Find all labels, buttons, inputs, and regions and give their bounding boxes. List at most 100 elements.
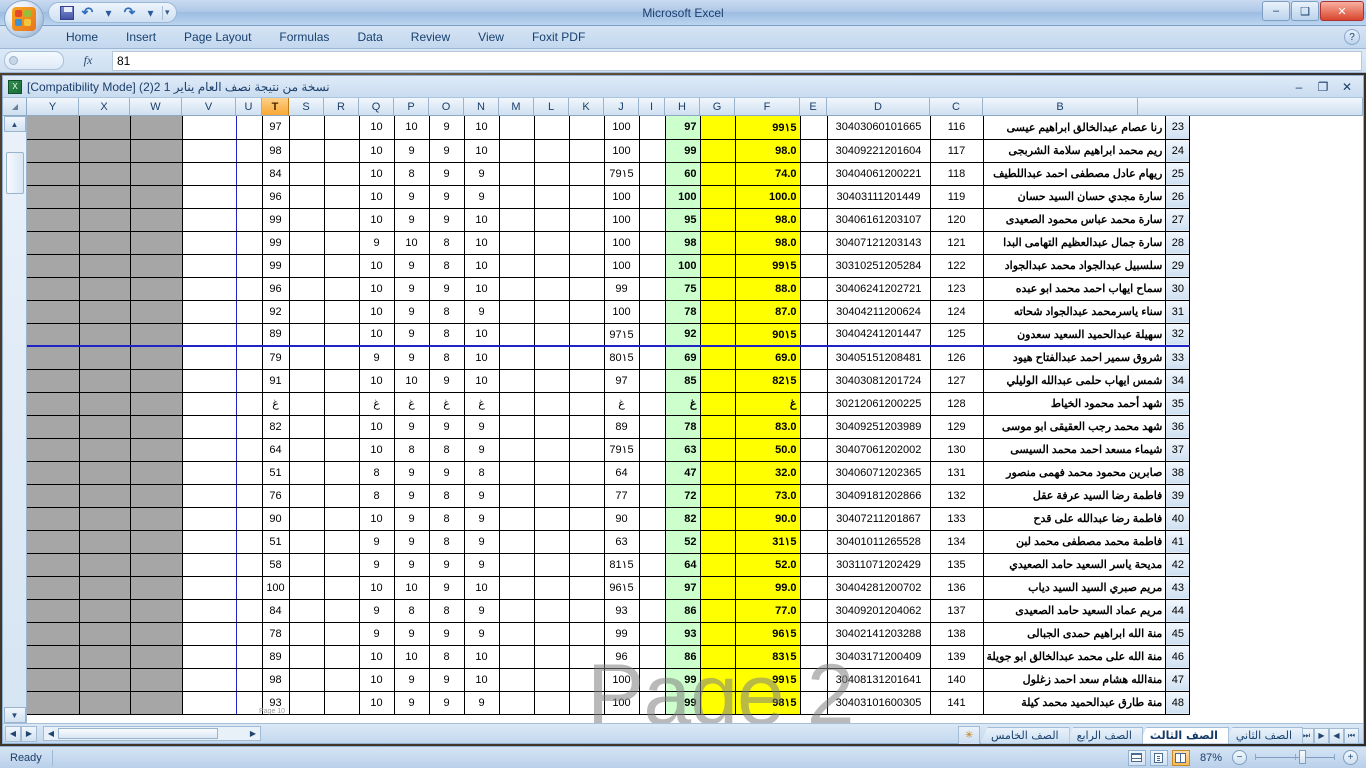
cell-w-43[interactable] [130, 576, 183, 600]
previous-sheet-button[interactable]: ◀ [1329, 727, 1344, 744]
cell-b-46[interactable]: منة الله على محمد عبدالخالق ابو جويلة [983, 645, 1167, 669]
cell-q-46[interactable]: 10 [359, 645, 395, 669]
cell-e-27[interactable] [800, 208, 828, 232]
cell-s-34[interactable] [289, 369, 325, 393]
cell-b-32[interactable]: سهيلة عبدالحميد السعيد سعدون [983, 323, 1167, 347]
cell-r-24[interactable] [324, 139, 360, 163]
cell-t-26[interactable]: 96 [262, 185, 290, 209]
cell-o-38[interactable]: 9 [429, 461, 465, 485]
cell-v-25[interactable] [182, 162, 237, 186]
cell-q-43[interactable]: 10 [359, 576, 395, 600]
cell-g-25[interactable] [700, 162, 736, 186]
cell-s-23[interactable] [289, 116, 325, 140]
cell-b-39[interactable]: فاطمة رضا السيد عرفة عقل [983, 484, 1167, 508]
cell-l-36[interactable] [534, 415, 570, 439]
cell-s-40[interactable] [289, 507, 325, 531]
cell-d-48[interactable]: 30403101600305 [827, 691, 931, 715]
cell-g-27[interactable] [700, 208, 736, 232]
cell-d-42[interactable]: 30311071202429 [827, 553, 931, 577]
row-header-28[interactable]: 28 [1165, 231, 1191, 255]
cell-t-30[interactable]: 96 [262, 277, 290, 301]
cell-i-38[interactable] [639, 461, 666, 485]
table-row[interactable]: 97 10 10 9 10 100 97 99١5 30403060101665 116 رنا ع… [27, 116, 1191, 140]
cell-b-25[interactable]: ريهام عادل مصطفى احمد عبداللطيف [983, 162, 1167, 186]
cell-v-42[interactable] [182, 553, 237, 577]
row-header-39[interactable]: 39 [1165, 484, 1191, 508]
cell-i-43[interactable] [639, 576, 666, 600]
cell-n-35[interactable]: غ [464, 392, 500, 416]
cell-i-23[interactable] [639, 116, 666, 140]
cell-n-31[interactable]: 9 [464, 300, 500, 324]
cell-p-37[interactable]: 8 [394, 438, 430, 462]
cell-c-31[interactable]: 124 [930, 300, 984, 324]
cell-q-42[interactable]: 9 [359, 553, 395, 577]
cell-y-29[interactable] [27, 254, 80, 278]
tab-formulas[interactable]: Formulas [265, 27, 343, 48]
cell-v-26[interactable] [182, 185, 237, 209]
column-header-l[interactable]: L [534, 98, 569, 116]
cell-f-37[interactable]: 50.0 [735, 438, 801, 462]
cell-h-28[interactable]: 98 [665, 231, 701, 255]
row-header-42[interactable]: 42 [1165, 553, 1191, 577]
cell-l-33[interactable] [534, 345, 570, 370]
cell-w-30[interactable] [130, 277, 183, 301]
cell-g-33[interactable] [700, 345, 736, 370]
cell-i-39[interactable] [639, 484, 666, 508]
zoom-in-button[interactable]: + [1343, 750, 1358, 765]
cell-o-24[interactable]: 9 [429, 139, 465, 163]
cell-y-26[interactable] [27, 185, 80, 209]
table-row[interactable]: 100 10 10 9 10 96١5 97 99.0 30404281200702 136 مري… [27, 576, 1191, 600]
cell-y-44[interactable] [27, 599, 80, 623]
cell-o-32[interactable]: 8 [429, 323, 465, 347]
cell-t-39[interactable]: 76 [262, 484, 290, 508]
cell-k-26[interactable] [569, 185, 605, 209]
tab-view[interactable]: View [464, 27, 518, 48]
cell-s-30[interactable] [289, 277, 325, 301]
workbook-minimize-button[interactable]: – [1291, 80, 1307, 94]
cell-d-45[interactable]: 30402141203288 [827, 622, 931, 646]
cell-m-32[interactable] [499, 323, 535, 347]
table-row[interactable]: 89 10 9 8 10 97١5 92 90١5 30404241201447 125 سهيلة… [27, 323, 1191, 347]
cell-x-44[interactable] [79, 599, 131, 623]
cell-s-29[interactable] [289, 254, 325, 278]
cell-o-28[interactable]: 8 [429, 231, 465, 255]
cell-o-35[interactable]: غ [429, 392, 465, 416]
cell-m-27[interactable] [499, 208, 535, 232]
cell-n-39[interactable]: 9 [464, 484, 500, 508]
cell-l-30[interactable] [534, 277, 570, 301]
cell-n-41[interactable]: 9 [464, 530, 500, 554]
cell-e-33[interactable] [800, 345, 828, 370]
cell-p-26[interactable]: 9 [394, 185, 430, 209]
cell-l-38[interactable] [534, 461, 570, 485]
cell-w-38[interactable] [130, 461, 183, 485]
cell-i-46[interactable] [639, 645, 666, 669]
cell-b-42[interactable]: مديحة ياسر السعيد حامد الصعيدي [983, 553, 1167, 577]
cell-j-36[interactable]: 89 [604, 415, 640, 439]
cell-g-35[interactable] [700, 392, 736, 416]
cell-v-35[interactable] [182, 392, 237, 416]
cell-d-26[interactable]: 30403111201449 [827, 185, 931, 209]
cell-y-41[interactable] [27, 530, 80, 554]
cell-k-35[interactable] [569, 392, 605, 416]
cell-u-48[interactable] [236, 691, 263, 715]
sheet-tab-fifth-grade[interactable]: الصف الخامس [980, 726, 1070, 744]
cell-s-46[interactable] [289, 645, 325, 669]
cell-v-23[interactable] [182, 116, 237, 140]
cell-u-34[interactable] [236, 369, 263, 393]
cell-t-24[interactable]: 98 [262, 139, 290, 163]
cell-e-48[interactable] [800, 691, 828, 715]
column-header-d[interactable]: D [827, 98, 930, 116]
cell-k-45[interactable] [569, 622, 605, 646]
cell-r-33[interactable] [324, 345, 360, 370]
cell-h-38[interactable]: 47 [665, 461, 701, 485]
cell-e-31[interactable] [800, 300, 828, 324]
cell-k-27[interactable] [569, 208, 605, 232]
column-header-o[interactable]: O [429, 98, 464, 116]
cell-e-40[interactable] [800, 507, 828, 531]
cell-o-31[interactable]: 8 [429, 300, 465, 324]
column-header-s[interactable]: S [289, 98, 324, 116]
cell-v-47[interactable] [182, 668, 237, 692]
cell-q-36[interactable]: 10 [359, 415, 395, 439]
cell-e-47[interactable] [800, 668, 828, 692]
table-row[interactable]: 99 10 9 8 10 100 100 99١5 30310251205284 122 سلسبي… [27, 254, 1191, 278]
